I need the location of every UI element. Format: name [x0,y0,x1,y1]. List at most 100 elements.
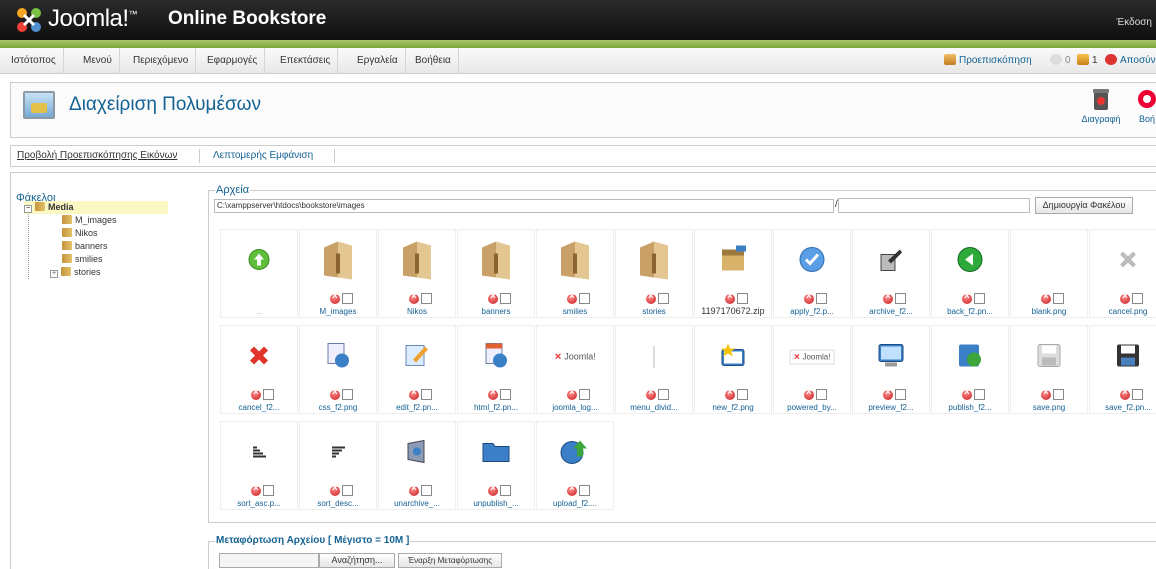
file-item[interactable]: save.png [1010,325,1088,414]
delete-item-icon[interactable] [409,483,419,496]
file-name[interactable]: cancel_f2... [221,403,297,412]
select-checkbox[interactable] [658,293,669,304]
file-item[interactable]: 1197170672.zip [694,229,772,318]
menu-components[interactable]: Εφαρμογές [200,48,266,74]
file-item[interactable]: cancel_f2... [220,325,298,414]
delete-item-icon[interactable] [804,387,814,400]
users-count[interactable]: 1 [1077,48,1098,74]
delete-item-icon[interactable] [883,291,893,304]
select-checkbox[interactable] [895,293,906,304]
tree-item-nikos[interactable]: Nikos [24,227,194,240]
delete-item-icon[interactable] [725,387,735,400]
file-item[interactable]: menu_divid... [615,325,693,414]
select-checkbox[interactable] [737,389,748,400]
delete-item-icon[interactable] [330,483,340,496]
parent-folder-item[interactable]: .. [220,229,298,318]
select-checkbox[interactable] [500,389,511,400]
file-item[interactable]: ✕ Joomla! joomla_log... [536,325,614,414]
tab-thumbnail-view[interactable]: Προβολή Προεπισκόπησης Εικόνων [17,150,177,161]
file-name[interactable]: M_images [300,307,376,316]
delete-item-icon[interactable] [330,387,340,400]
tree-item-stories[interactable]: + stories [24,266,194,279]
select-checkbox[interactable] [263,485,274,496]
select-checkbox[interactable] [816,293,827,304]
delete-item-icon[interactable] [488,291,498,304]
file-item[interactable]: sort_desc... [299,421,377,510]
file-name[interactable]: stories [616,307,692,316]
file-name[interactable]: blank.png [1011,307,1087,316]
select-checkbox[interactable] [579,389,590,400]
delete-item-icon[interactable] [962,291,972,304]
delete-item-icon[interactable] [330,291,340,304]
tree-item-m-images[interactable]: M_images [24,214,194,227]
file-name[interactable]: save_f2.pn... [1090,403,1156,412]
folder-item[interactable]: Nikos [378,229,456,318]
menu-help[interactable]: Βοήθεια [408,48,459,74]
delete-item-icon[interactable] [883,387,893,400]
delete-item-icon[interactable] [646,291,656,304]
tree-item-smilies[interactable]: smilies [24,253,194,266]
file-item[interactable]: edit_f2.pn... [378,325,456,414]
select-checkbox[interactable] [500,485,511,496]
file-name[interactable]: new_f2.png [695,403,771,412]
collapse-toggle-icon[interactable]: − [24,205,32,213]
delete-item-icon[interactable] [646,387,656,400]
select-checkbox[interactable] [263,389,274,400]
select-checkbox[interactable] [500,293,511,304]
file-item[interactable]: apply_f2.p... [773,229,851,318]
file-name[interactable]: joomla_log... [537,403,613,412]
messages-count[interactable]: 0 [1050,48,1071,74]
browse-button[interactable]: Αναζήτηση... [319,553,395,568]
select-checkbox[interactable] [895,389,906,400]
file-name[interactable]: powered_by... [774,403,850,412]
file-item[interactable]: new_f2.png [694,325,772,414]
file-name[interactable]: cancel.png [1090,307,1156,316]
file-name[interactable]: sort_desc... [300,499,376,508]
delete-item-icon[interactable] [962,387,972,400]
delete-button[interactable]: Διαγραφή [1081,87,1121,124]
select-checkbox[interactable] [579,485,590,496]
file-item[interactable]: unpublish_... [457,421,535,510]
file-item[interactable]: cancel.png [1089,229,1156,318]
delete-item-icon[interactable] [567,291,577,304]
file-name[interactable]: Nikos [379,307,455,316]
select-checkbox[interactable] [816,389,827,400]
select-checkbox[interactable] [1053,389,1064,400]
delete-item-icon[interactable] [567,387,577,400]
select-checkbox[interactable] [974,389,985,400]
delete-item-icon[interactable] [1120,291,1130,304]
delete-item-icon[interactable] [488,483,498,496]
delete-item-icon[interactable] [409,291,419,304]
folder-item[interactable]: smilies [536,229,614,318]
delete-item-icon[interactable] [725,291,735,304]
delete-item-icon[interactable] [488,387,498,400]
select-checkbox[interactable] [737,293,748,304]
select-checkbox[interactable] [421,293,432,304]
menu-tools[interactable]: Εργαλεία [350,48,406,74]
upload-file-field[interactable] [219,553,319,568]
file-name[interactable]: menu_divid... [616,403,692,412]
file-name[interactable]: preview_f2... [853,403,929,412]
preview-link[interactable]: Προεπισκόπηση [944,48,1032,74]
select-checkbox[interactable] [1132,293,1143,304]
file-item[interactable]: save_f2.pn... [1089,325,1156,414]
delete-item-icon[interactable] [1120,387,1130,400]
delete-item-icon[interactable] [251,387,261,400]
delete-item-icon[interactable] [1041,387,1051,400]
select-checkbox[interactable] [421,485,432,496]
tree-item-banners[interactable]: banners [24,240,194,253]
file-name[interactable]: edit_f2.pn... [379,403,455,412]
select-checkbox[interactable] [579,293,590,304]
menu-site[interactable]: Ιστότοπος [4,48,64,74]
delete-item-icon[interactable] [1041,291,1051,304]
tab-detail-view[interactable]: Λεπτομερής Εμφάνιση [213,150,313,161]
select-checkbox[interactable] [421,389,432,400]
file-name[interactable]: smilies [537,307,613,316]
select-checkbox[interactable] [658,389,669,400]
file-name[interactable]: 1197170672.zip [695,306,771,316]
file-item[interactable]: html_f2.pn... [457,325,535,414]
file-item[interactable]: blank.png [1010,229,1088,318]
select-checkbox[interactable] [1053,293,1064,304]
file-name[interactable]: apply_f2.p... [774,307,850,316]
file-name[interactable]: banners [458,307,534,316]
